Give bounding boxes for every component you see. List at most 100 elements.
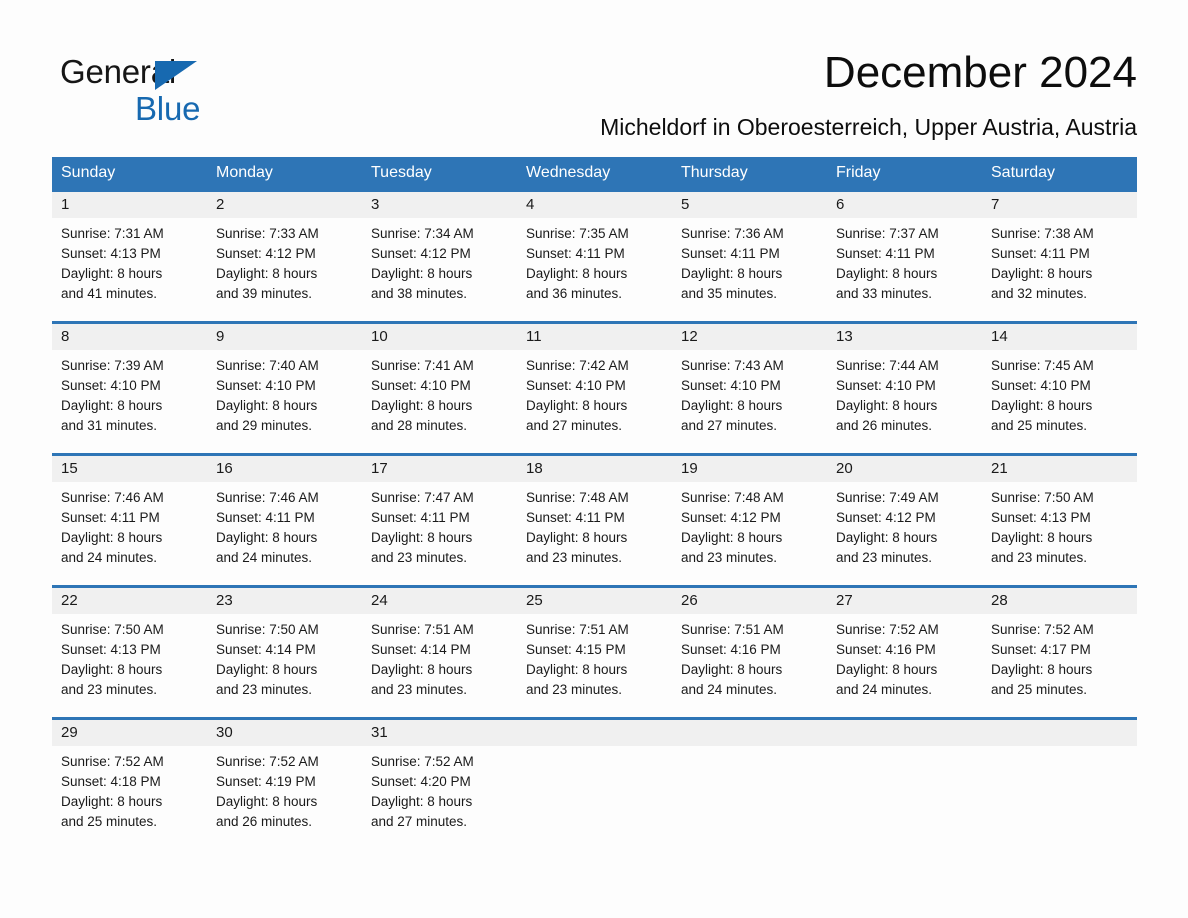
day-number-cell[interactable]: 29 — [52, 720, 207, 746]
day-number-cell[interactable]: 16 — [207, 456, 362, 482]
day-number-cell[interactable]: 4 — [517, 192, 672, 218]
day-number-cell[interactable]: 11 — [517, 324, 672, 350]
sunset-text: Sunset: 4:13 PM — [61, 642, 161, 657]
day-number-cell[interactable]: 10 — [362, 324, 517, 350]
daylight-text-line1: Daylight: 8 hours — [371, 794, 473, 809]
daylight-text-line1: Daylight: 8 hours — [216, 266, 318, 281]
day-number-cell[interactable]: 28 — [982, 588, 1137, 614]
day-number: 27 — [836, 592, 853, 609]
day-cell[interactable]: Sunrise: 7:52 AM Sunset: 4:19 PM Daylight:… — [207, 746, 362, 840]
day-number-cell[interactable]: 26 — [672, 588, 827, 614]
daylight-text-line1: Daylight: 8 hours — [371, 398, 473, 413]
daylight-text-line2: and 26 minutes. — [216, 814, 313, 829]
daylight-text-line2: and 29 minutes. — [216, 418, 313, 433]
daylight-text-line1: Daylight: 8 hours — [681, 530, 783, 545]
day-cell[interactable]: Sunrise: 7:31 AM Sunset: 4:13 PM Daylight:… — [52, 218, 207, 312]
day-cell[interactable]: Sunrise: 7:51 AM Sunset: 4:16 PM Daylight:… — [672, 614, 827, 708]
weekday-header-sunday: Sunday — [61, 164, 116, 181]
day-cell[interactable]: Sunrise: 7:47 AM Sunset: 4:11 PM Daylight:… — [362, 482, 517, 576]
daylight-text-line2: and 27 minutes. — [526, 418, 623, 433]
daylight-text-line2: and 23 minutes. — [216, 682, 313, 697]
sunset-text: Sunset: 4:19 PM — [216, 774, 316, 789]
day-number-cell[interactable]: 12 — [672, 324, 827, 350]
day-number-cell[interactable]: 19 — [672, 456, 827, 482]
day-cell[interactable]: Sunrise: 7:44 AM Sunset: 4:10 PM Daylight:… — [827, 350, 982, 444]
sunrise-text: Sunrise: 7:34 AM — [371, 226, 474, 241]
day-number-cell[interactable]: 21 — [982, 456, 1137, 482]
day-cell[interactable]: Sunrise: 7:52 AM Sunset: 4:16 PM Daylight:… — [827, 614, 982, 708]
day-cell[interactable]: Sunrise: 7:37 AM Sunset: 4:11 PM Daylight:… — [827, 218, 982, 312]
sunrise-text: Sunrise: 7:46 AM — [61, 490, 164, 505]
day-cell[interactable]: Sunrise: 7:39 AM Sunset: 4:10 PM Daylight:… — [52, 350, 207, 444]
day-cell[interactable]: Sunrise: 7:51 AM Sunset: 4:15 PM Daylight:… — [517, 614, 672, 708]
general-blue-logo[interactable]: General Blue — [60, 52, 260, 138]
day-number-cell[interactable]: 7 — [982, 192, 1137, 218]
sunset-text: Sunset: 4:10 PM — [216, 378, 316, 393]
day-cell[interactable]: Sunrise: 7:49 AM Sunset: 4:12 PM Daylight:… — [827, 482, 982, 576]
day-cell[interactable]: Sunrise: 7:52 AM Sunset: 4:18 PM Daylight:… — [52, 746, 207, 840]
day-cell[interactable]: Sunrise: 7:48 AM Sunset: 4:11 PM Daylight:… — [517, 482, 672, 576]
day-number-cell[interactable]: 22 — [52, 588, 207, 614]
day-number-cell[interactable]: 15 — [52, 456, 207, 482]
day-cell[interactable]: Sunrise: 7:40 AM Sunset: 4:10 PM Daylight:… — [207, 350, 362, 444]
day-number: 28 — [991, 592, 1008, 609]
day-cell[interactable]: Sunrise: 7:52 AM Sunset: 4:17 PM Daylight:… — [982, 614, 1137, 708]
day-number-cell[interactable]: 18 — [517, 456, 672, 482]
day-cell[interactable]: Sunrise: 7:48 AM Sunset: 4:12 PM Daylight:… — [672, 482, 827, 576]
day-number-band-row: 15 16 17 18 19 20 21 — [52, 456, 1137, 482]
day-cell[interactable]: Sunrise: 7:50 AM Sunset: 4:13 PM Daylight:… — [52, 614, 207, 708]
sunrise-text: Sunrise: 7:36 AM — [681, 226, 784, 241]
sunrise-text: Sunrise: 7:52 AM — [991, 622, 1094, 637]
day-number-cell[interactable]: 9 — [207, 324, 362, 350]
day-cell[interactable]: Sunrise: 7:46 AM Sunset: 4:11 PM Daylight:… — [207, 482, 362, 576]
day-cell[interactable]: Sunrise: 7:42 AM Sunset: 4:10 PM Daylight:… — [517, 350, 672, 444]
sunset-text: Sunset: 4:11 PM — [836, 246, 935, 261]
day-number: 14 — [991, 328, 1008, 345]
daylight-text-line2: and 24 minutes. — [216, 550, 313, 565]
sunrise-text: Sunrise: 7:51 AM — [371, 622, 474, 637]
sunset-text: Sunset: 4:10 PM — [371, 378, 471, 393]
day-number-cell[interactable]: 30 — [207, 720, 362, 746]
day-cell[interactable]: Sunrise: 7:50 AM Sunset: 4:13 PM Daylight:… — [982, 482, 1137, 576]
day-number: 20 — [836, 460, 853, 477]
daylight-text-line1: Daylight: 8 hours — [216, 662, 318, 677]
day-number-cell[interactable]: 24 — [362, 588, 517, 614]
day-cell[interactable]: Sunrise: 7:50 AM Sunset: 4:14 PM Daylight:… — [207, 614, 362, 708]
day-cell[interactable]: Sunrise: 7:45 AM Sunset: 4:10 PM Daylight:… — [982, 350, 1137, 444]
day-cell[interactable]: Sunrise: 7:35 AM Sunset: 4:11 PM Daylight:… — [517, 218, 672, 312]
sunset-text: Sunset: 4:11 PM — [526, 246, 625, 261]
sunrise-text: Sunrise: 7:33 AM — [216, 226, 319, 241]
sunset-text: Sunset: 4:17 PM — [991, 642, 1091, 657]
day-number-cell[interactable]: 1 — [52, 192, 207, 218]
day-number-cell[interactable]: 6 — [827, 192, 982, 218]
day-number-cell[interactable]: 17 — [362, 456, 517, 482]
daylight-text-line1: Daylight: 8 hours — [526, 266, 628, 281]
day-number-cell[interactable]: 27 — [827, 588, 982, 614]
day-number-cell[interactable]: 8 — [52, 324, 207, 350]
day-number-cell[interactable]: 3 — [362, 192, 517, 218]
day-number-cell[interactable]: 2 — [207, 192, 362, 218]
day-cell[interactable]: Sunrise: 7:33 AM Sunset: 4:12 PM Daylight:… — [207, 218, 362, 312]
sunrise-text: Sunrise: 7:38 AM — [991, 226, 1094, 241]
day-cell[interactable]: Sunrise: 7:43 AM Sunset: 4:10 PM Daylight:… — [672, 350, 827, 444]
day-cell[interactable]: Sunrise: 7:41 AM Sunset: 4:10 PM Daylight:… — [362, 350, 517, 444]
day-number-cell[interactable]: 25 — [517, 588, 672, 614]
daylight-text-line1: Daylight: 8 hours — [836, 398, 938, 413]
daylight-text-line1: Daylight: 8 hours — [526, 530, 628, 545]
day-cell[interactable]: Sunrise: 7:51 AM Sunset: 4:14 PM Daylight:… — [362, 614, 517, 708]
day-cell[interactable]: Sunrise: 7:38 AM Sunset: 4:11 PM Daylight:… — [982, 218, 1137, 312]
day-number-cell[interactable]: 31 — [362, 720, 517, 746]
day-number-cell[interactable]: 20 — [827, 456, 982, 482]
day-number: 4 — [526, 196, 535, 213]
day-number-cell-empty — [517, 720, 672, 746]
day-number-cell[interactable]: 23 — [207, 588, 362, 614]
sunset-text: Sunset: 4:12 PM — [371, 246, 471, 261]
daylight-text-line1: Daylight: 8 hours — [681, 398, 783, 413]
day-cell[interactable]: Sunrise: 7:34 AM Sunset: 4:12 PM Daylight:… — [362, 218, 517, 312]
day-cell[interactable]: Sunrise: 7:46 AM Sunset: 4:11 PM Daylight:… — [52, 482, 207, 576]
day-cell[interactable]: Sunrise: 7:52 AM Sunset: 4:20 PM Daylight:… — [362, 746, 517, 840]
day-number-cell[interactable]: 13 — [827, 324, 982, 350]
day-cell[interactable]: Sunrise: 7:36 AM Sunset: 4:11 PM Daylight:… — [672, 218, 827, 312]
day-number-cell[interactable]: 5 — [672, 192, 827, 218]
day-number-cell[interactable]: 14 — [982, 324, 1137, 350]
